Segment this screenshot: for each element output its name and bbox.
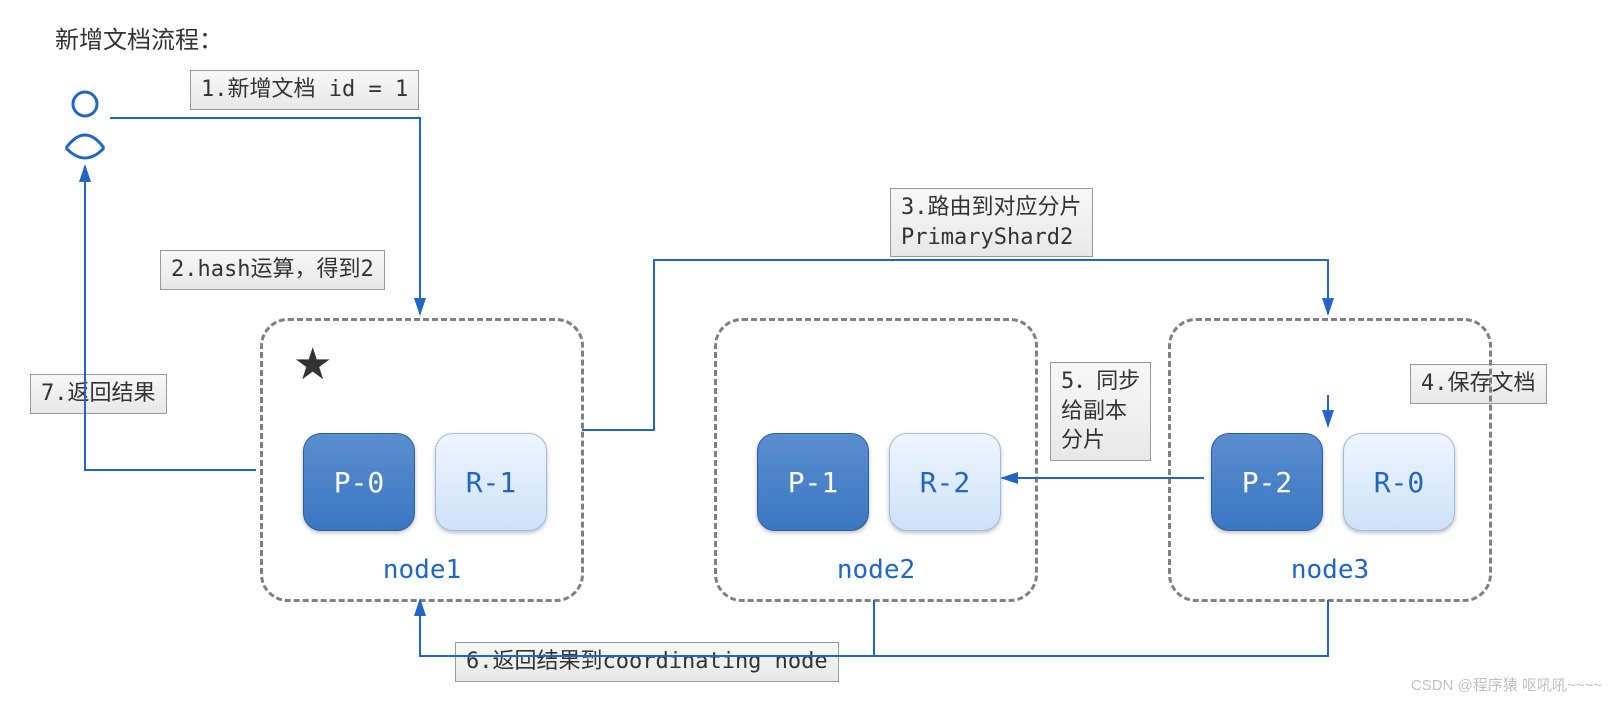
star-icon: ★ (293, 339, 332, 390)
node2-replica-shard: R-2 (889, 433, 1001, 531)
watermark: CSDN @程序猿 呕吼吼~~~~ (1411, 674, 1602, 695)
step-7-label: 7.返回结果 (30, 374, 167, 414)
actor-icon (60, 90, 110, 160)
step-3-label: 3.路由到对应分片 PrimaryShard2 (890, 188, 1093, 257)
node1-primary-shard: P-0 (303, 433, 415, 531)
node3-primary-shard: P-2 (1211, 433, 1323, 531)
step-6-label: 6.返回结果到coordinating node (455, 642, 839, 682)
node-2: P-1 R-2 node2 (714, 318, 1038, 602)
node2-label: node2 (717, 555, 1035, 585)
step-2-label: 2.hash运算，得到2 (160, 250, 385, 290)
diagram-canvas: 新增文档流程： 1.新增文档 id = 1 2.hash运算，得到2 3.路由到… (0, 0, 1618, 711)
node-1: ★ P-0 R-1 node1 (260, 318, 584, 602)
step-1-label: 1.新增文档 id = 1 (190, 70, 419, 110)
node1-label: node1 (263, 555, 581, 585)
step-5-label: 5．同步 给副本 分片 (1050, 362, 1151, 461)
node3-label: node3 (1171, 555, 1489, 585)
node-3: P-2 R-0 node3 (1168, 318, 1492, 602)
node2-primary-shard: P-1 (757, 433, 869, 531)
diagram-title: 新增文档流程： (55, 20, 223, 55)
node1-replica-shard: R-1 (435, 433, 547, 531)
node3-replica-shard: R-0 (1343, 433, 1455, 531)
